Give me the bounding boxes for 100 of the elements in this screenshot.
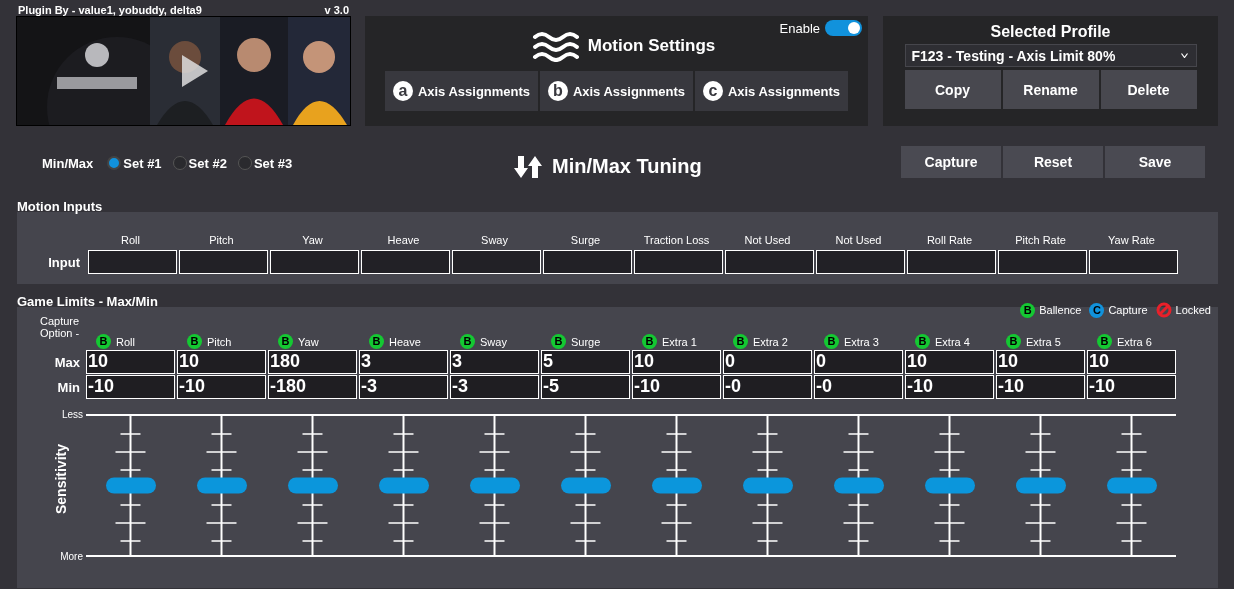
credits-text: Plugin By - value1, yobuddy, delta9 (18, 4, 202, 16)
row-label: Input (47, 254, 80, 270)
value-field[interactable]: 5 (541, 350, 630, 374)
column-label: Roll (116, 335, 135, 348)
value-field[interactable]: -10 (996, 375, 1085, 399)
capture-option-icon: C (1089, 302, 1105, 318)
axis-button[interactable]: c Axis Assignments (695, 71, 848, 111)
radio-option[interactable]: Set #2 (172, 155, 227, 171)
column-label: Sway (480, 335, 507, 348)
row-label: Min (56, 379, 80, 395)
input-field[interactable] (907, 250, 996, 274)
slider-thumb[interactable] (925, 477, 975, 494)
action-button[interactable]: Save (1105, 146, 1205, 178)
column-label: Extra 3 (844, 335, 879, 348)
balance-option-icon: B (824, 334, 839, 349)
toggle-switch[interactable] (825, 20, 862, 36)
input-field[interactable] (270, 250, 359, 274)
input-field[interactable] (634, 250, 723, 274)
value-field[interactable]: -3 (450, 375, 539, 399)
column-label: Yaw (298, 335, 319, 348)
input-field[interactable] (179, 250, 268, 274)
scale-label: More (60, 551, 83, 562)
value-field[interactable]: 10 (86, 350, 175, 374)
value-field[interactable]: -0 (723, 375, 812, 399)
value-field[interactable]: -10 (632, 375, 721, 399)
axis-button[interactable]: b Axis Assignments (540, 71, 693, 111)
balance-option-icon: B (733, 334, 748, 349)
input-field[interactable] (998, 250, 1087, 274)
value-field[interactable]: 10 (1087, 350, 1176, 374)
legend-label: Ballence (1039, 304, 1082, 316)
value-field[interactable]: 10 (177, 350, 266, 374)
slider-thumb[interactable] (379, 477, 429, 494)
input-field[interactable] (816, 250, 905, 274)
column-label: Heave (386, 234, 421, 248)
section-heading: Min/Max Tuning (552, 155, 702, 178)
input-field[interactable] (88, 250, 177, 274)
value-field[interactable]: 0 (723, 350, 812, 374)
value-field[interactable]: -10 (86, 375, 175, 399)
slider-thumb[interactable] (743, 477, 793, 494)
value-field[interactable]: 10 (996, 350, 1085, 374)
caret-icon (1180, 53, 1188, 58)
profile-button[interactable]: Delete (1100, 70, 1197, 109)
column-label: Yaw Rate (1107, 234, 1156, 248)
slider-thumb[interactable] (1107, 477, 1157, 494)
value-field[interactable]: -10 (1087, 375, 1176, 399)
toggle-label: Enable (779, 20, 820, 36)
slider-thumb[interactable] (197, 477, 247, 494)
profile-button[interactable]: Rename (1002, 70, 1099, 109)
value-field[interactable]: 180 (268, 350, 357, 374)
column-label: Not Used (834, 234, 883, 248)
profile-dropdown[interactable]: F123 - Testing - Axis Limit 80% (904, 44, 1197, 67)
column-label: Heave (389, 335, 421, 348)
action-button[interactable]: Capture (901, 146, 1001, 178)
input-field[interactable] (361, 250, 450, 274)
value-field[interactable]: -0 (814, 375, 903, 399)
balance-option-icon: B (915, 334, 930, 349)
value-field[interactable]: 10 (905, 350, 994, 374)
column-label: Roll (120, 234, 141, 248)
value-field[interactable]: -3 (359, 375, 448, 399)
input-field[interactable] (452, 250, 541, 274)
profile-button[interactable]: Copy (904, 70, 1001, 109)
balance-option-icon: B (1006, 334, 1021, 349)
slider-thumb[interactable] (288, 477, 338, 494)
balance-option-icon: B (1020, 302, 1036, 318)
value-field[interactable]: -10 (177, 375, 266, 399)
axis-button[interactable]: a Axis Assignments (385, 71, 538, 111)
value-field[interactable]: 10 (632, 350, 721, 374)
slider-thumb[interactable] (652, 477, 702, 494)
value-field[interactable]: -5 (541, 375, 630, 399)
value-field[interactable]: -10 (905, 375, 994, 399)
scale-label: Less (61, 409, 83, 420)
column-label: Extra 1 (662, 335, 697, 348)
input-field[interactable] (1089, 250, 1178, 274)
up-down-arrows-icon (514, 155, 542, 178)
slider-thumb[interactable] (834, 477, 884, 494)
field-label: Capture Option - (39, 315, 81, 339)
balance-option-icon: B (460, 334, 475, 349)
column-label: Extra 6 (1117, 335, 1152, 348)
balance-option-icon: B (369, 334, 384, 349)
column-label: Pitch (208, 234, 235, 248)
radio-option[interactable]: Set #3 (237, 155, 293, 171)
radio-option[interactable]: Set #1 (107, 155, 162, 171)
row-label: Max (53, 354, 80, 370)
action-button[interactable]: Reset (1003, 146, 1103, 178)
slider-thumb[interactable] (1016, 477, 1066, 494)
value-field[interactable]: 3 (450, 350, 539, 374)
input-field[interactable] (543, 250, 632, 274)
section-title: Motion Inputs (16, 200, 104, 214)
column-label: Yaw (301, 234, 324, 248)
column-label: Extra 4 (935, 335, 970, 348)
column-label: Surge (571, 335, 601, 348)
column-label: Extra 5 (1026, 335, 1061, 348)
value-field[interactable]: 3 (359, 350, 448, 374)
slider-thumb[interactable] (561, 477, 611, 494)
input-field[interactable] (725, 250, 814, 274)
slider-thumb[interactable] (106, 477, 156, 494)
value-field[interactable]: 0 (814, 350, 903, 374)
value-field[interactable]: -180 (268, 375, 357, 399)
slider-thumb[interactable] (470, 477, 520, 494)
column-label: Pitch Rate (1014, 234, 1067, 248)
